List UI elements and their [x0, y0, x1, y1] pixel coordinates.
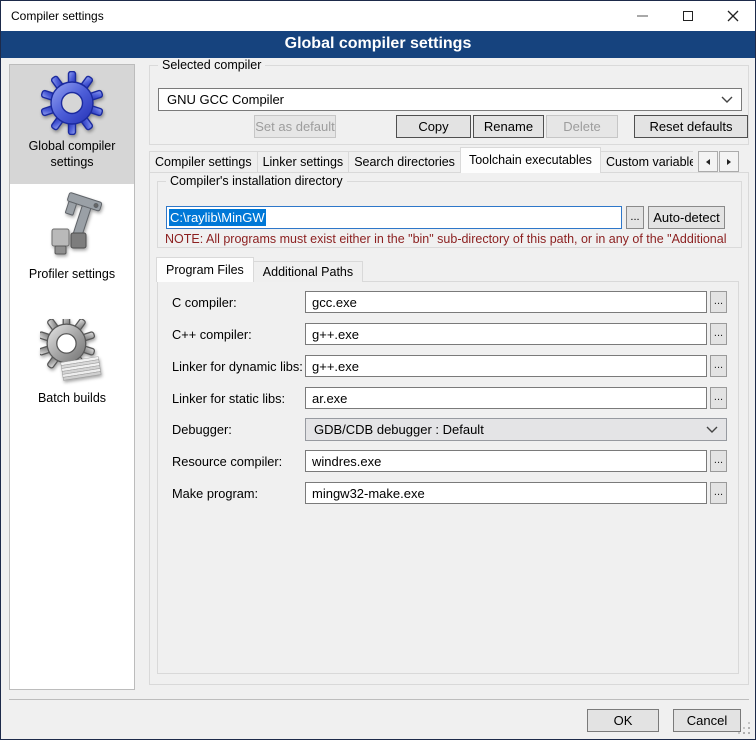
- maximize-button[interactable]: [665, 1, 710, 30]
- linker-dynamic-row: Linker for dynamic libs: ...: [158, 355, 738, 378]
- linker-static-row: Linker for static libs: ...: [158, 387, 738, 410]
- caliper-icon: [40, 191, 104, 255]
- tab-scroll-right-button[interactable]: [719, 151, 739, 172]
- sidebar-label: Batch builds: [10, 391, 134, 407]
- linker-static-input[interactable]: [305, 387, 707, 409]
- compiler-select-value: GNU GCC Compiler: [167, 92, 721, 107]
- window-title: Compiler settings: [11, 1, 104, 31]
- arrow-left-icon: [704, 158, 712, 166]
- linker-dynamic-browse-button[interactable]: ...: [710, 355, 727, 377]
- reset-defaults-button[interactable]: Reset defaults: [634, 115, 748, 138]
- auto-detect-button[interactable]: Auto-detect: [648, 206, 725, 229]
- group-legend: Selected compiler: [158, 58, 265, 73]
- ok-button[interactable]: OK: [587, 709, 659, 732]
- sidebar-item-global-compiler-settings[interactable]: Global compiler settings: [10, 65, 134, 184]
- sidebar-label: Profiler settings: [10, 267, 134, 283]
- c-compiler-row: C compiler: ...: [158, 291, 738, 314]
- footer-divider: [9, 699, 749, 700]
- settings-tabstrip: Compiler settings Linker settings Search…: [149, 147, 693, 173]
- minimize-icon: [637, 15, 648, 17]
- make-program-label: Make program:: [172, 482, 258, 505]
- tab-toolchain-executables[interactable]: Toolchain executables: [460, 147, 601, 173]
- make-program-row: Make program: ...: [158, 482, 738, 505]
- group-legend: Compiler's installation directory: [166, 174, 347, 189]
- resource-compiler-input[interactable]: [305, 450, 707, 472]
- sidebar-label: Global compiler settings: [10, 139, 134, 170]
- linker-dynamic-label: Linker for dynamic libs:: [172, 355, 303, 378]
- blue-gear-icon: [40, 71, 104, 135]
- linker-static-browse-button[interactable]: ...: [710, 387, 727, 409]
- installation-directory-input[interactable]: C:\raylib\MinGW: [166, 206, 622, 229]
- copy-button[interactable]: Copy: [396, 115, 471, 138]
- dialog-banner: Global compiler settings: [1, 31, 755, 58]
- resource-compiler-label: Resource compiler:: [172, 450, 282, 473]
- make-program-browse-button[interactable]: ...: [710, 482, 727, 504]
- files-subtabstrip: Program Files Additional Paths: [157, 257, 557, 282]
- selected-compiler-group: Selected compiler GNU GCC Compiler Set a…: [149, 65, 749, 145]
- chevron-down-icon: [721, 96, 733, 104]
- make-program-input[interactable]: [305, 482, 707, 504]
- compiler-select[interactable]: GNU GCC Compiler: [158, 88, 742, 111]
- close-icon: [727, 10, 739, 22]
- close-button[interactable]: [710, 1, 755, 30]
- cancel-button[interactable]: Cancel: [673, 709, 741, 732]
- resize-grip[interactable]: [738, 722, 751, 735]
- installation-directory-group: Compiler's installation directory C:\ray…: [157, 181, 742, 248]
- linker-dynamic-input[interactable]: [305, 355, 707, 377]
- tab-custom-variables[interactable]: Custom variables: [600, 151, 693, 173]
- linker-static-label: Linker for static libs:: [172, 387, 285, 410]
- debugger-label: Debugger:: [172, 418, 232, 441]
- delete-button: Delete: [546, 115, 618, 138]
- tab-search-directories[interactable]: Search directories: [348, 151, 461, 173]
- cpp-compiler-label: C++ compiler:: [172, 323, 252, 346]
- debugger-select[interactable]: GDB/CDB debugger : Default: [305, 418, 727, 441]
- banner-title: Global compiler settings: [1, 31, 755, 57]
- program-files-panel: C compiler: ... C++ compiler: ... Linker…: [157, 281, 739, 674]
- tab-compiler-settings[interactable]: Compiler settings: [149, 151, 258, 173]
- debugger-row: Debugger: GDB/CDB debugger : Default: [158, 418, 738, 441]
- rename-button[interactable]: Rename: [473, 115, 544, 138]
- selected-path-text: C:\raylib\MinGW: [169, 209, 266, 226]
- resource-compiler-row: Resource compiler: ...: [158, 450, 738, 473]
- cpp-compiler-row: C++ compiler: ...: [158, 323, 738, 346]
- arrow-right-icon: [725, 158, 733, 166]
- tab-scroll-left-button[interactable]: [698, 151, 718, 172]
- subtab-additional-paths[interactable]: Additional Paths: [253, 261, 363, 282]
- subtab-program-files[interactable]: Program Files: [156, 257, 254, 282]
- c-compiler-browse-button[interactable]: ...: [710, 291, 727, 313]
- set-as-default-button: Set as default: [254, 115, 336, 138]
- cpp-compiler-input[interactable]: [305, 323, 707, 345]
- titlebar: Compiler settings: [1, 1, 755, 31]
- minimize-button: [620, 1, 665, 30]
- sidebar-item-batch-builds[interactable]: Batch builds: [10, 296, 134, 407]
- debugger-select-value: GDB/CDB debugger : Default: [314, 422, 706, 437]
- gray-gear-stack-icon: [40, 319, 104, 383]
- c-compiler-label: C compiler:: [172, 291, 237, 314]
- note-text: NOTE: All programs must exist either in …: [165, 232, 739, 246]
- resource-compiler-browse-button[interactable]: ...: [710, 450, 727, 472]
- browse-directory-button[interactable]: ...: [626, 206, 644, 229]
- chevron-down-icon: [706, 426, 718, 434]
- compiler-settings-dialog: Compiler settings Global compiler settin…: [0, 0, 756, 740]
- c-compiler-input[interactable]: [305, 291, 707, 313]
- cpp-compiler-browse-button[interactable]: ...: [710, 323, 727, 345]
- maximize-icon: [683, 11, 693, 21]
- sidebar-item-profiler-settings[interactable]: Profiler settings: [10, 184, 134, 296]
- tab-linker-settings[interactable]: Linker settings: [257, 151, 350, 173]
- settings-sidebar: Global compiler settings Profiler settin…: [9, 64, 135, 690]
